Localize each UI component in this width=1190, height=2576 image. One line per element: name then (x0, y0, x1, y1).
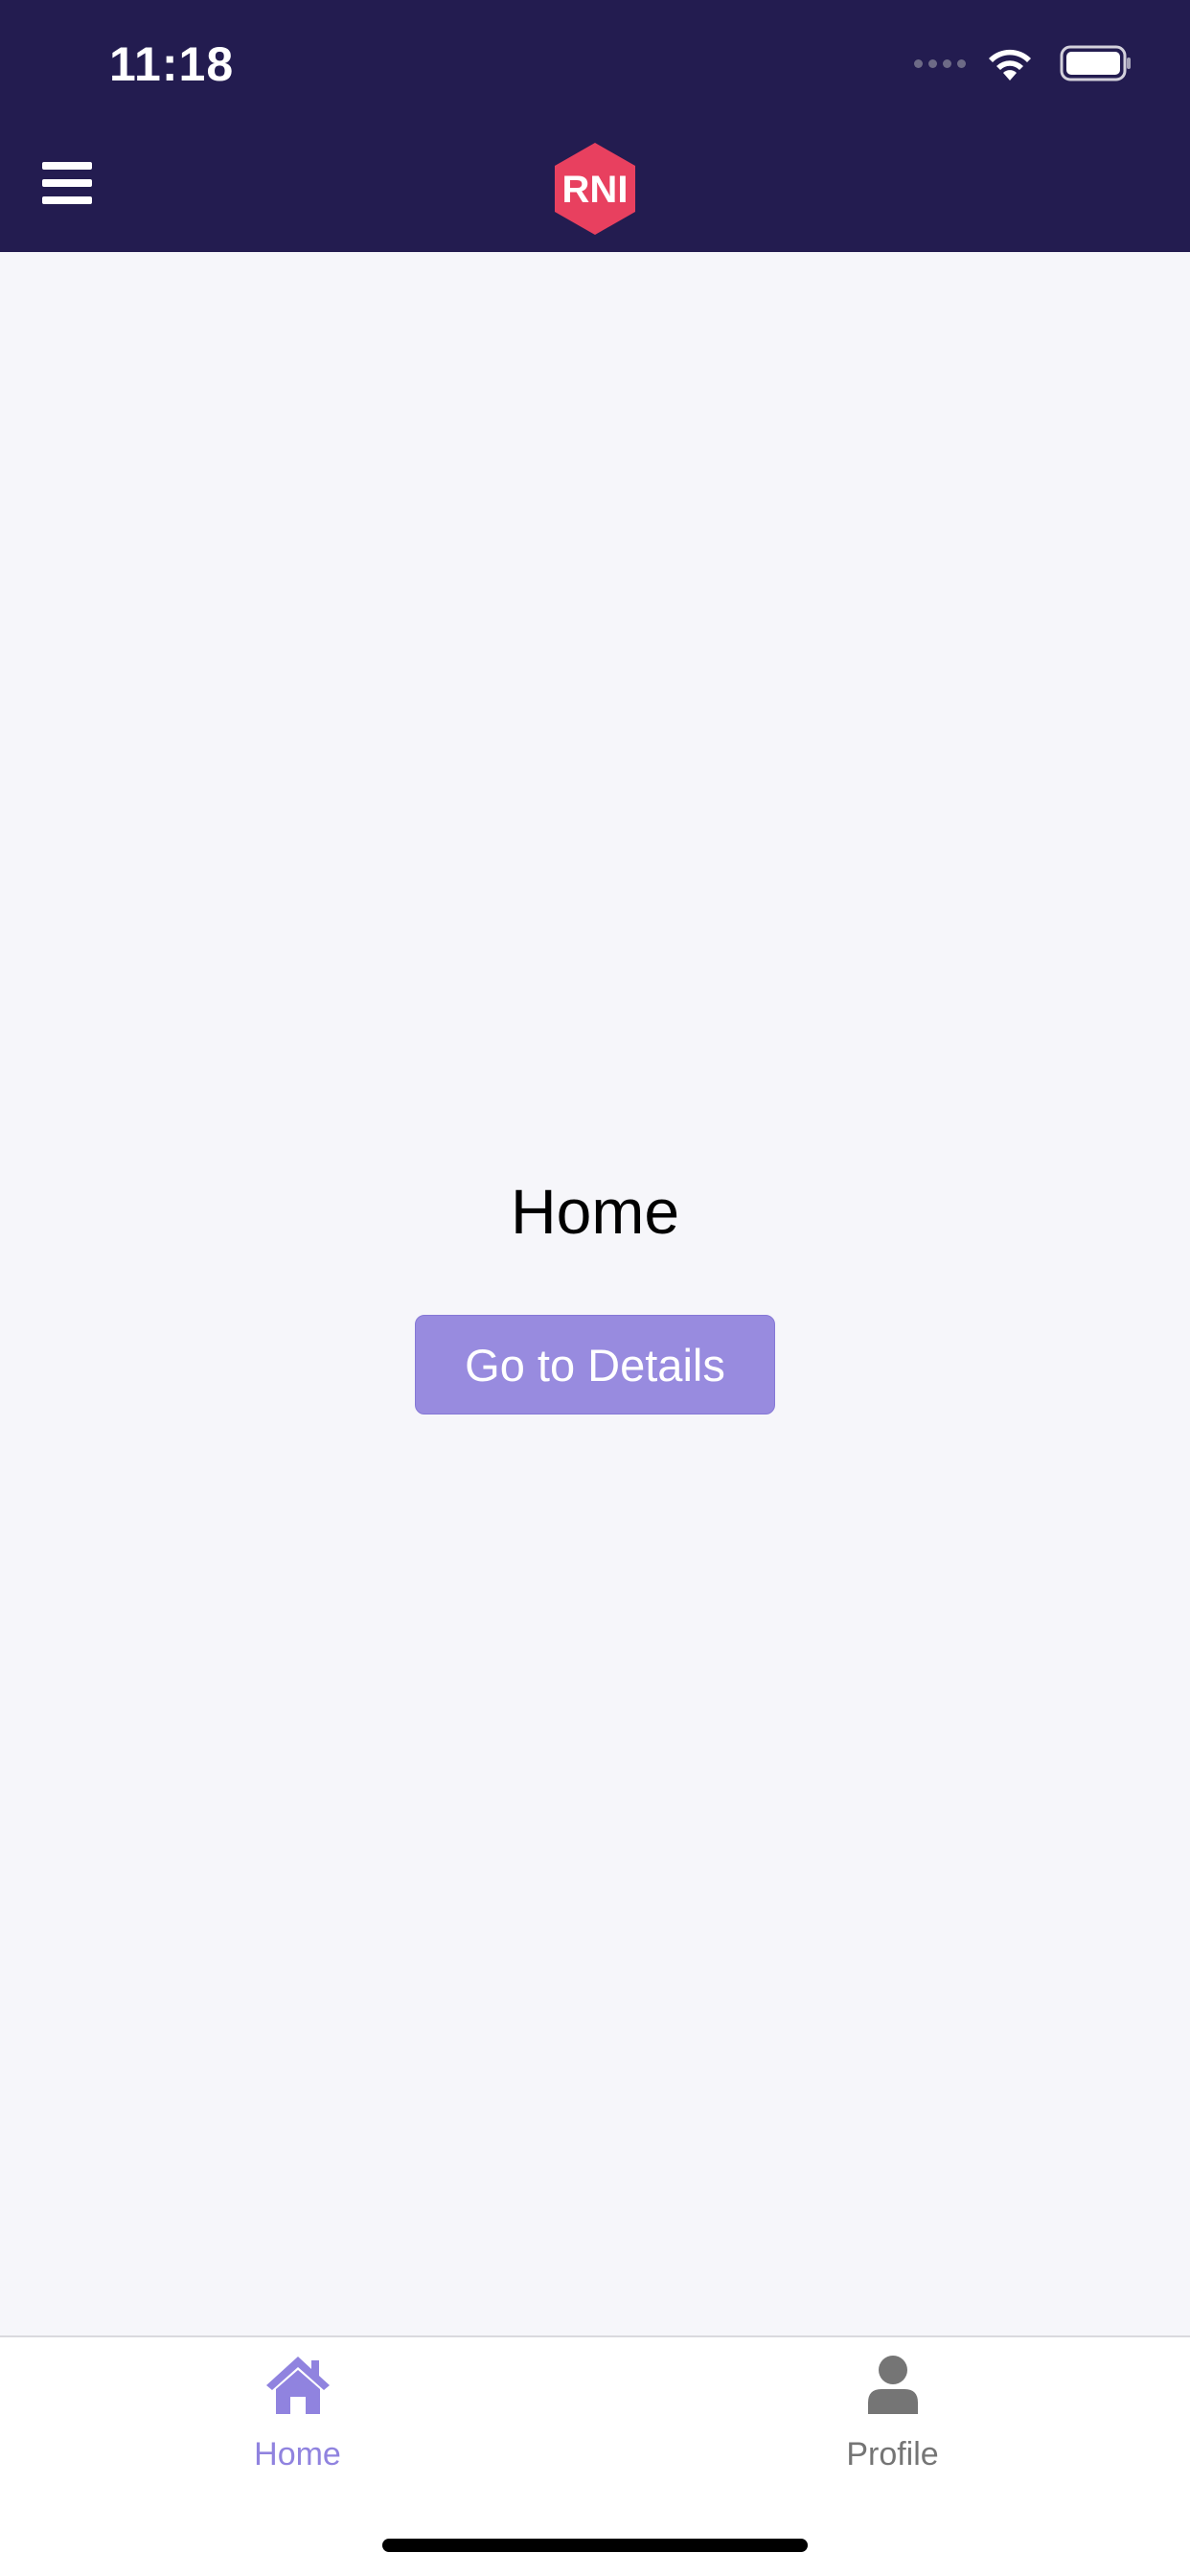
app-logo: RNI (555, 143, 635, 235)
logo-text: RNI (562, 169, 629, 211)
status-time: 11:18 (109, 37, 235, 91)
battery-icon (1060, 45, 1131, 81)
page-title: Home (510, 1176, 680, 1247)
home-icon (265, 2357, 330, 2414)
person-icon (867, 2356, 918, 2414)
tab-profile-label: Profile (846, 2436, 939, 2472)
tab-profile[interactable]: Profile (595, 2337, 1190, 2500)
tab-home-label: Home (254, 2436, 341, 2472)
main-content: Home Go to Details (0, 252, 1190, 2335)
cellular-signal-icon (914, 58, 966, 68)
bottom-tab-bar: Home Profile (0, 2335, 1190, 2576)
status-indicators (914, 42, 1133, 84)
app-header: 11:18 RNI (0, 0, 1190, 252)
hamburger-menu-icon[interactable] (38, 158, 100, 212)
wifi-icon (989, 49, 1031, 80)
go-to-details-button[interactable]: Go to Details (415, 1315, 775, 1414)
tab-home[interactable]: Home (0, 2337, 595, 2500)
home-indicator (382, 2539, 808, 2552)
